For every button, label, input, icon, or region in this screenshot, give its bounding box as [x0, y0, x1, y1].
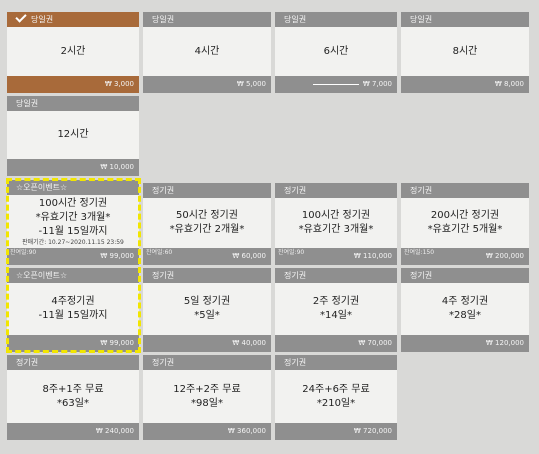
card-body: 50시간 정기권 *유효기간 2개월*	[169, 210, 245, 235]
card-body: 8시간	[452, 45, 478, 57]
card-price: 잔여일:150 ₩ 200,000	[401, 248, 529, 265]
card-price: ₩ 7,000	[275, 76, 397, 93]
card-body: 6시간	[323, 45, 349, 57]
ticket-card-4w[interactable]: 정기권 4주 정기권 *28일* ₩ 120,000	[401, 268, 529, 352]
ticket-card-event-100h[interactable]: ☆오픈이벤트☆ 100시간 정기권 *유효기간 3개월* -11월 15일까지 …	[7, 180, 139, 265]
ticket-card-2w[interactable]: 정기권 2주 정기권 *14일* ₩ 70,000	[275, 268, 397, 352]
card-header: 당일권	[401, 12, 529, 27]
card-header: 당일권	[143, 12, 271, 27]
card-body: 200시간 정기권 *유효기간 5개월*	[427, 210, 503, 235]
ticket-card-12w[interactable]: 정기권 12주+2주 무료 *98일* ₩ 360,000	[143, 355, 271, 440]
ticket-card-5d[interactable]: 정기권 5일 정기권 *5일* ₩ 40,000	[143, 268, 271, 352]
ticket-card-100h[interactable]: 정기권 100시간 정기권 *유효기간 3개월* 잔여일:90 ₩ 110,000	[275, 183, 397, 265]
card-price: 잔여일:90 ₩ 99,000	[7, 248, 139, 265]
card-price: ₩ 720,000	[275, 423, 397, 440]
ticket-card-12h[interactable]: 당일권 12시간 ₩ 10,000	[7, 96, 139, 176]
card-price: ₩ 40,000	[143, 335, 271, 352]
card-header: 정기권	[143, 268, 271, 283]
card-price: ₩ 8,000	[401, 76, 529, 93]
card-price: ₩ 360,000	[143, 423, 271, 440]
card-header: 정기권	[7, 355, 139, 370]
ticket-card-24w[interactable]: 정기권 24주+6주 무료 *210일* ₩ 720,000	[275, 355, 397, 440]
card-body: 12주+2주 무료 *98일*	[173, 383, 241, 409]
ticket-card-4h[interactable]: 당일권 4시간 ₩ 5,000	[143, 12, 271, 93]
card-header: 정기권	[275, 268, 397, 283]
check-icon	[15, 11, 27, 23]
card-body: 12시간	[57, 129, 89, 140]
ticket-card-event-4w[interactable]: ☆오픈이벤트☆ 4주정기권 -11월 15일까지 ₩ 99,000	[7, 268, 139, 352]
ticket-card-8w[interactable]: 정기권 8주+1주 무료 *63일* ₩ 240,000	[7, 355, 139, 440]
card-body: 4주정기권 -11월 15일까지	[38, 296, 108, 321]
divider-line	[313, 84, 359, 85]
card-price: ₩ 120,000	[401, 335, 529, 352]
card-header: 당일권	[7, 11, 139, 27]
card-body: 2주 정기권 *14일*	[312, 296, 360, 321]
card-price: ₩ 5,000	[143, 76, 271, 93]
card-header: 정기권	[401, 268, 529, 283]
card-header: 당일권	[7, 96, 139, 111]
ticket-card-200h[interactable]: 정기권 200시간 정기권 *유효기간 5개월* 잔여일:150 ₩ 200,000	[401, 183, 529, 265]
card-price: ₩ 99,000	[7, 335, 139, 352]
card-header: ☆오픈이벤트☆	[7, 180, 139, 195]
card-header: 당일권	[275, 12, 397, 27]
card-price: ₩ 70,000	[275, 335, 397, 352]
card-header: 정기권	[401, 183, 529, 198]
sale-period: 판매기간: 10.27~2020.11.15 23:59	[22, 238, 124, 246]
ticket-card-6h[interactable]: 당일권 6시간 ₩ 7,000	[275, 12, 397, 93]
card-header: 정기권	[275, 355, 397, 370]
ticket-card-8h[interactable]: 당일권 8시간 ₩ 8,000	[401, 12, 529, 93]
card-body: 2시간	[60, 45, 86, 57]
card-body: 100시간 정기권 *유효기간 3개월* -11월 15일까지 판매기간: 10…	[22, 197, 124, 246]
card-price: ₩ 240,000	[7, 423, 139, 440]
card-price: ₩ 10,000	[7, 159, 139, 176]
card-header: 정기권	[143, 183, 271, 198]
ticket-card-50h[interactable]: 정기권 50시간 정기권 *유효기간 2개월* 잔여일:60 ₩ 60,000	[143, 183, 271, 265]
card-body: 8주+1주 무료 *63일*	[42, 383, 104, 409]
ticket-card-2h[interactable]: 당일권 2시간 ₩ 3,000	[7, 11, 139, 93]
card-body: 24주+6주 무료 *210일*	[302, 383, 370, 409]
card-header: ☆오픈이벤트☆	[7, 268, 139, 283]
card-price: 잔여일:60 ₩ 60,000	[143, 248, 271, 265]
card-body: 100시간 정기권 *유효기간 3개월*	[298, 210, 374, 235]
card-body: 5일 정기권 *5일*	[183, 296, 231, 321]
card-price: 잔여일:90 ₩ 110,000	[275, 248, 397, 265]
card-header: 정기권	[143, 355, 271, 370]
card-body: 4시간	[194, 45, 220, 57]
card-header: 정기권	[275, 183, 397, 198]
card-price: ₩ 3,000	[7, 76, 139, 93]
card-body: 4주 정기권 *28일*	[441, 296, 489, 321]
